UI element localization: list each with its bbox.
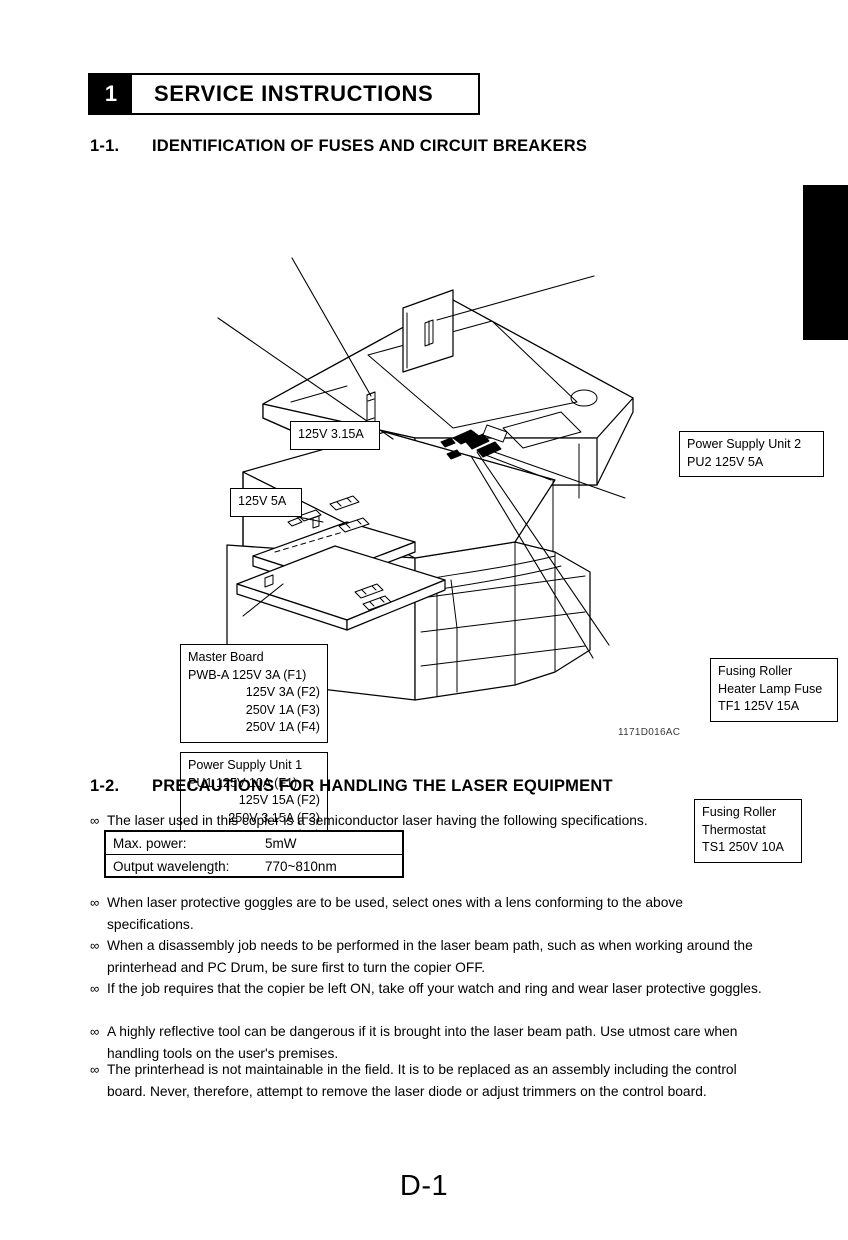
- callout-power-supply-unit-2: Power Supply Unit 2 PU2 125V 5A: [679, 431, 824, 477]
- bullet-marker-icon: ∞: [90, 938, 100, 953]
- chapter-thumb-tab: [803, 185, 848, 340]
- callout-line: Master Board: [188, 650, 264, 664]
- callout-line: 125V 5A: [238, 494, 287, 508]
- laser-precaution-bullet: ∞ A highly reflective tool can be danger…: [90, 1021, 762, 1064]
- bullet-text: The printerhead is not maintainable in t…: [107, 1062, 737, 1099]
- laser-precaution-bullet: ∞ When laser protective goggles are to b…: [90, 892, 762, 935]
- bullet-text: If the job requires that the copier be l…: [107, 981, 762, 996]
- callout-fuse-125v-5a: 125V 5A: [230, 488, 302, 517]
- callout-line: Fusing Roller: [718, 664, 793, 678]
- laser-precaution-bullet: ∞ If the job requires that the copier be…: [90, 978, 762, 1000]
- chapter-number: 1: [90, 75, 132, 113]
- callout-line: TF1 125V 15A: [718, 699, 800, 713]
- spec-value: 770~810nm: [265, 858, 337, 874]
- section-heading-1-2: 1-2. PRECAUTIONS FOR HANDLING THE LASER E…: [90, 777, 613, 796]
- page-number: D-1: [399, 1170, 449, 1202]
- section-number-1-1: 1-1.: [90, 137, 120, 155]
- callout-fuse-125v-3-15a: 125V 3.15A: [290, 421, 380, 450]
- callout-line: 125V 3A (F2): [245, 685, 320, 699]
- laser-specification-table: Max. power: 5mW Output wavelength: 770~8…: [104, 830, 404, 878]
- bullet-marker-icon: ∞: [90, 1024, 100, 1039]
- section-title-1-1: IDENTIFICATION OF FUSES AND CIRCUIT BREA…: [152, 137, 588, 155]
- callout-line: 250V 1A (F3): [245, 702, 320, 717]
- fuse-identification-figure: 125V 3.15A 125V 5A Power Supply Unit 2 P…: [85, 180, 838, 863]
- spec-label: Max. power:: [113, 835, 187, 851]
- bullet-text: When a disassembly job needs to be perfo…: [107, 938, 753, 975]
- callout-line: PU2 125V 5A: [687, 454, 764, 469]
- callout-line: 250V 1A (F4): [245, 720, 320, 734]
- callout-line: Heater Lamp Fuse: [718, 681, 823, 696]
- bullet-marker-icon: ∞: [90, 813, 100, 828]
- chapter-title: SERVICE INSTRUCTIONS: [154, 81, 434, 106]
- bullet-marker-icon: ∞: [90, 1062, 100, 1077]
- bullet-marker-icon: ∞: [90, 895, 100, 910]
- bullet-text: A highly reflective tool can be dangerou…: [107, 1024, 738, 1061]
- bullet-text: The laser used in this copier is a semic…: [107, 813, 648, 828]
- table-row: Max. power: 5mW: [106, 832, 402, 854]
- callout-line: 125V 3.15A: [298, 427, 364, 441]
- table-row: Output wavelength: 770~810nm: [106, 854, 402, 877]
- callout-fusing-roller-heater-lamp-fuse: Fusing Roller Heater Lamp Fuse TF1 125V …: [710, 658, 838, 722]
- bullet-marker-icon: ∞: [90, 981, 100, 996]
- section-heading-1-1: 1-1. IDENTIFICATION OF FUSES AND CIRCUIT …: [90, 137, 587, 156]
- section-title-1-2: PRECAUTIONS FOR HANDLING THE LASER EQUIP…: [152, 777, 613, 795]
- callout-line: Power Supply Unit 1: [188, 758, 303, 772]
- callout-line: PWB-A 125V 3A (F1): [188, 667, 307, 682]
- callout-master-board: Master Board PWB-A 125V 3A (F1) 125V 3A …: [180, 644, 328, 743]
- chapter-header-bar: 1 SERVICE INSTRUCTIONS: [88, 73, 480, 115]
- spec-label: Output wavelength:: [113, 858, 230, 874]
- laser-precaution-bullet: ∞ When a disassembly job needs to be per…: [90, 935, 762, 978]
- section-number-1-2: 1-2.: [90, 777, 120, 795]
- manual-page: 1 SERVICE INSTRUCTIONS 1-1. IDENTIFICATIO…: [0, 0, 848, 1240]
- spec-value: 5mW: [265, 835, 297, 851]
- callout-line: TS1 250V 10A: [702, 840, 784, 854]
- laser-precaution-bullet: ∞ The printerhead is not maintainable in…: [90, 1059, 762, 1102]
- bullet-text: When laser protective goggles are to be …: [107, 895, 683, 932]
- figure-id: 1171D016AC: [618, 727, 681, 738]
- laser-intro-bullet: ∞ The laser used in this copier is a sem…: [90, 810, 762, 832]
- callout-line: Power Supply Unit 2: [687, 437, 802, 451]
